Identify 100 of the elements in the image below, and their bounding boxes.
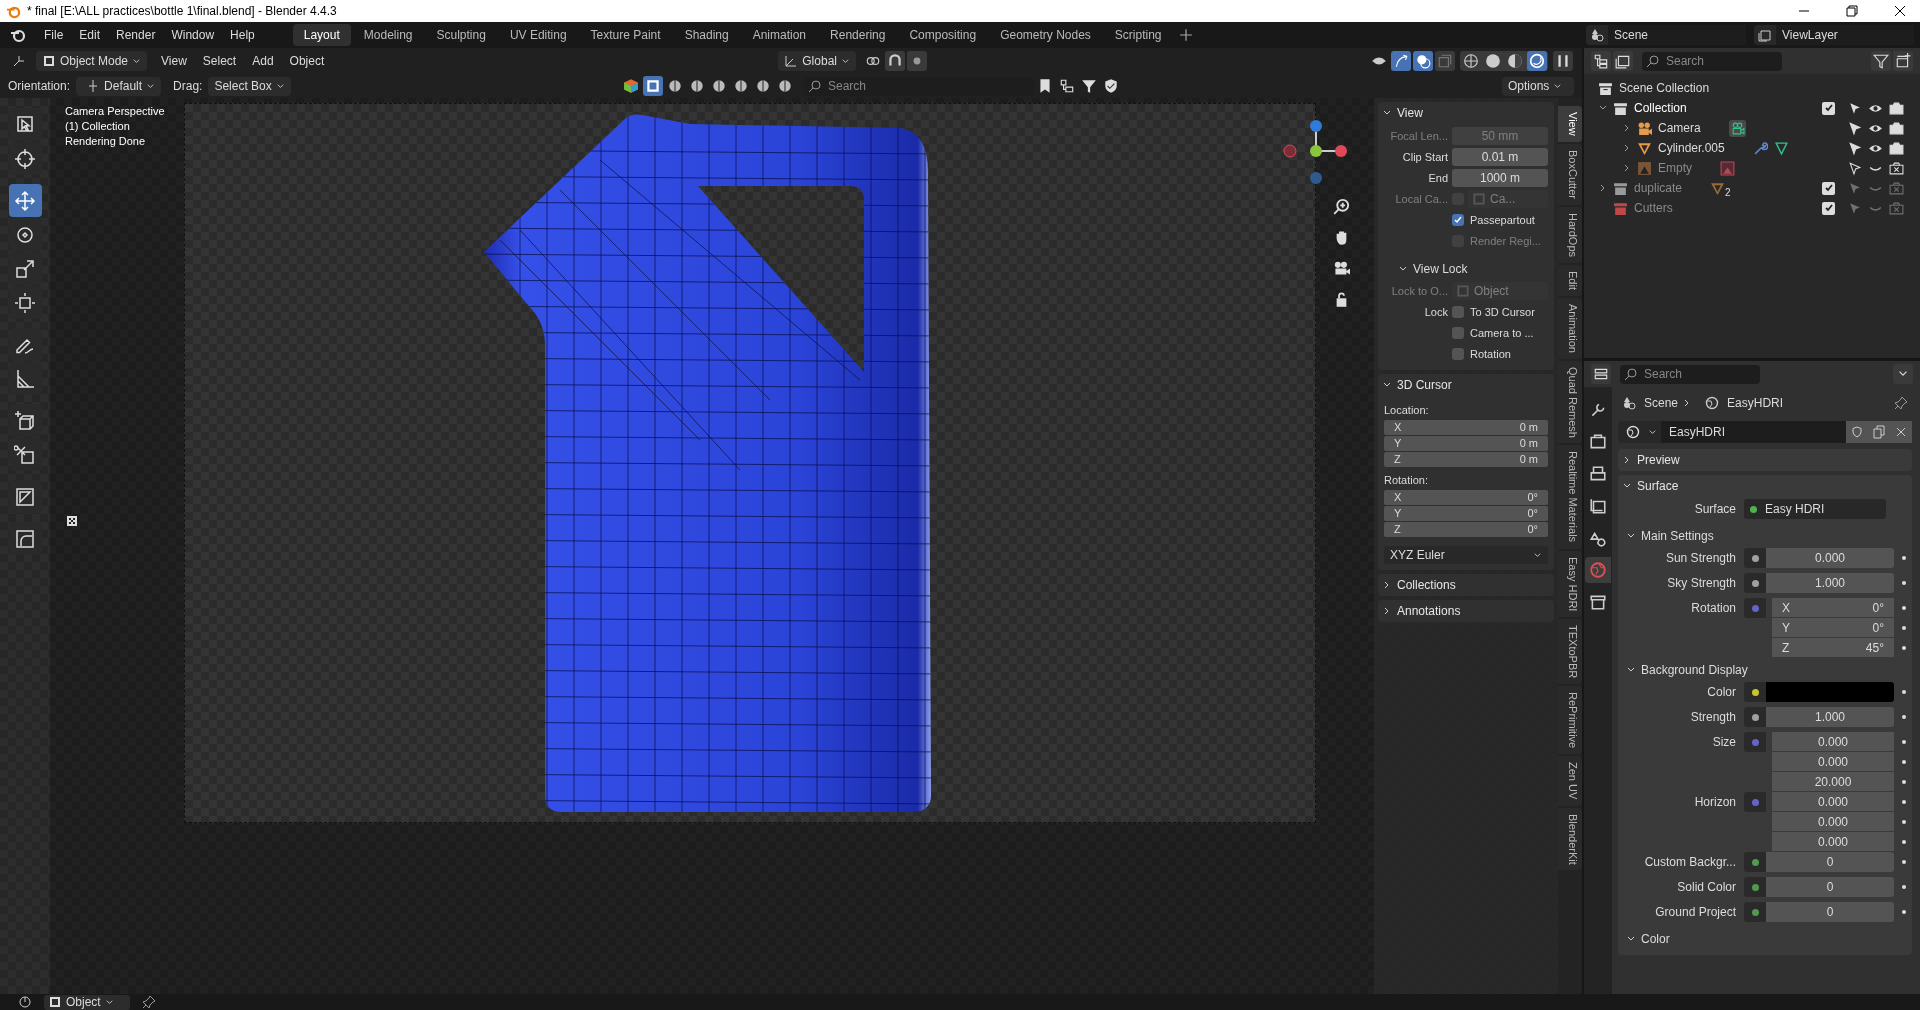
sidebar-tab[interactable]: BoxCutter: [1558, 143, 1582, 205]
restore-icon[interactable]: [1846, 5, 1858, 17]
checkbox[interactable]: Camera to ...: [1452, 327, 1534, 339]
tool-button[interactable]: [8, 286, 42, 319]
keyframe-dot-icon[interactable]: [1902, 885, 1906, 889]
sidebar-tab[interactable]: Animation: [1558, 297, 1582, 359]
editor-type-icon[interactable]: [12, 54, 26, 68]
keyframe-dot-icon[interactable]: [1902, 800, 1906, 804]
subpanel-header[interactable]: View Lock: [1384, 258, 1548, 280]
number-field[interactable]: Y 0°: [1384, 506, 1548, 521]
number-field[interactable]: Z 45°: [1772, 638, 1894, 658]
camera-icon[interactable]: [1333, 260, 1350, 277]
pause-icon[interactable]: [1553, 51, 1573, 71]
keyframe-dot-icon[interactable]: [1902, 715, 1906, 719]
tool-button[interactable]: [8, 252, 42, 285]
keyframe-dot-icon[interactable]: [1902, 606, 1906, 610]
select-arrow-icon[interactable]: [1847, 160, 1862, 176]
sidebar-tab[interactable]: Edit: [1558, 264, 1582, 296]
outliner-item[interactable]: Empty: [1658, 161, 1692, 175]
workspace-tab[interactable]: Compositing: [898, 24, 988, 46]
socket-dot-icon[interactable]: [1751, 858, 1759, 866]
subpanel-header[interactable]: Color: [1618, 927, 1912, 951]
keyframe-dot-icon[interactable]: [1902, 840, 1906, 844]
workspace-tab[interactable]: UV Editing: [498, 24, 578, 46]
number-field[interactable]: 0.000: [1772, 832, 1894, 852]
number-field[interactable]: 0: [1766, 902, 1894, 922]
caret-icon[interactable]: [1893, 364, 1913, 384]
outliner-item[interactable]: Cylinder.005: [1658, 141, 1725, 155]
xray-icon[interactable]: [1435, 51, 1455, 71]
camera-data-icon[interactable]: [1728, 119, 1746, 137]
checkbox[interactable]: [1822, 101, 1835, 115]
world-name-field[interactable]: EasyHDRI: [1661, 421, 1846, 443]
workspace-tab[interactable]: Geometry Nodes: [989, 24, 1102, 46]
gizmo-icon[interactable]: [1391, 51, 1411, 71]
menu-item[interactable]: Object: [281, 54, 333, 68]
keyframe-dot-icon[interactable]: [1902, 626, 1906, 630]
render-camera-icon[interactable]: [1889, 120, 1904, 136]
tool-button[interactable]: [8, 362, 42, 395]
number-field[interactable]: 1.000: [1766, 573, 1894, 593]
number-field[interactable]: 0.000: [1772, 732, 1894, 752]
workspace-tab[interactable]: Texture Paint: [579, 24, 672, 46]
sidebar-tab[interactable]: Quad Remesh: [1558, 360, 1582, 444]
snap-icon[interactable]: [884, 51, 905, 71]
socket-dot-icon[interactable]: [1751, 908, 1759, 916]
orientation-dropdown[interactable]: Default: [76, 76, 162, 96]
subpanel-header[interactable]: Main Settings: [1618, 524, 1912, 548]
menu-item[interactable]: Help: [222, 28, 263, 42]
sidebar-tab[interactable]: View: [1558, 106, 1582, 142]
panel-header[interactable]: 3D Cursor: [1378, 374, 1554, 396]
close-icon[interactable]: [1894, 5, 1906, 17]
sidebar-tab[interactable]: Realtime Materials: [1558, 445, 1582, 549]
new-collection-icon[interactable]: [1893, 51, 1913, 71]
subpanel-header[interactable]: Background Display: [1618, 658, 1912, 682]
keyframe-dot-icon[interactable]: [1902, 910, 1906, 914]
add-icon[interactable]: [1178, 28, 1193, 42]
menu-item[interactable]: Add: [244, 54, 282, 68]
pin-icon[interactable]: [142, 995, 156, 1009]
display-mode-icon[interactable]: [1613, 51, 1633, 71]
overlays-icon[interactable]: [1413, 51, 1433, 71]
panel-header[interactable]: Surface: [1618, 475, 1912, 497]
tool-button[interactable]: [8, 108, 42, 141]
mode-dropdown[interactable]: Object Mode: [36, 51, 148, 71]
number-field[interactable]: X 0°: [1772, 598, 1894, 618]
solid-shading-icon[interactable]: [1483, 51, 1503, 71]
number-field[interactable]: 1000 m: [1452, 169, 1548, 187]
wireframe-shading-icon[interactable]: [1461, 51, 1481, 71]
image-data-icon[interactable]: [1720, 160, 1735, 176]
mode-dropdown[interactable]: Object: [44, 994, 130, 1010]
select-arrow-icon[interactable]: [1847, 120, 1862, 136]
number-field[interactable]: 0: [1766, 852, 1894, 872]
render-region-icon[interactable]: [65, 514, 79, 528]
number-field[interactable]: Z 0°: [1384, 522, 1548, 537]
number-field[interactable]: X 0°: [1384, 490, 1548, 505]
outliner-item[interactable]: Camera: [1658, 121, 1701, 135]
tool-button[interactable]: [8, 184, 42, 217]
number-field[interactable]: Z 0 m: [1384, 452, 1548, 467]
socket-dot-icon[interactable]: [1751, 713, 1759, 721]
color-cube-icon[interactable]: [621, 76, 641, 96]
panel-header[interactable]: View: [1378, 102, 1554, 124]
rendered-shading-icon[interactable]: [1527, 51, 1547, 71]
socket-dot-icon[interactable]: [1751, 554, 1759, 562]
menu-item[interactable]: File: [36, 28, 72, 42]
mesh-data-icon[interactable]: [1773, 140, 1789, 156]
search-field[interactable]: Search: [1642, 51, 1782, 71]
tool-button[interactable]: [8, 328, 42, 361]
keyframe-dot-icon[interactable]: [1902, 556, 1906, 560]
number-field[interactable]: Y 0°: [1772, 618, 1894, 638]
checkbox[interactable]: [1822, 181, 1835, 195]
editor-type-icon[interactable]: [1591, 51, 1611, 71]
tool-button[interactable]: [8, 218, 42, 251]
scene-selector[interactable]: Scene: [1586, 25, 1746, 45]
checkbox[interactable]: To 3D Cursor: [1452, 306, 1535, 318]
blender-logo-icon[interactable]: [10, 27, 26, 43]
outliner-item[interactable]: Cutters: [1634, 201, 1673, 215]
zoom-icon[interactable]: [1333, 198, 1350, 215]
checkbox[interactable]: Passepartout: [1452, 214, 1535, 226]
menu-item[interactable]: Window: [163, 28, 223, 42]
number-field[interactable]: 0.000: [1766, 548, 1894, 568]
menu-item[interactable]: View: [153, 54, 195, 68]
select-arrow-icon[interactable]: [1847, 140, 1862, 156]
